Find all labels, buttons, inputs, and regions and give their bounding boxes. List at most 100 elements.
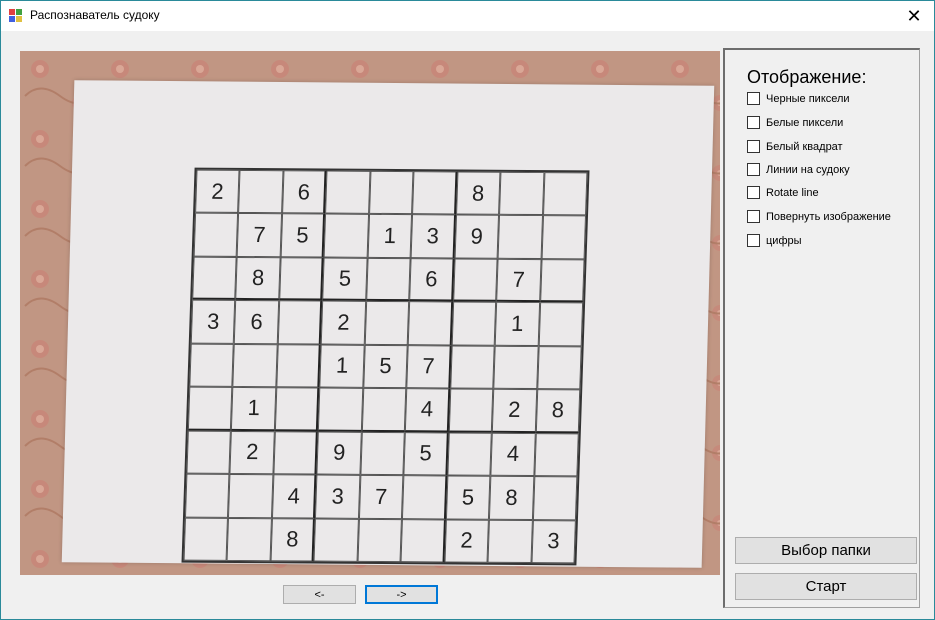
sudoku-cell [238,169,284,214]
checkbox-box[interactable] [747,210,760,223]
sudoku-cell [536,345,582,390]
sudoku-cell: 7 [358,474,404,519]
sudoku-cell [541,215,586,260]
sudoku-cell [277,300,323,345]
sudoku-cell: 8 [535,389,581,434]
app-window: Распознаватель судоку ✕ 2687513985673621… [0,0,935,620]
sudoku-cell: 6 [409,258,455,302]
sudoku-cell [364,301,410,345]
sudoku-cell [412,171,458,215]
sudoku-cell [184,473,230,518]
sudoku-cell [276,344,322,388]
sudoku-cell: 2 [444,518,490,563]
start-button[interactable]: Старт [735,573,917,600]
choose-folder-label: Выбор папки [781,542,871,559]
checkbox-white-square[interactable]: Белый квадрат [747,140,843,153]
sudoku-cell [539,258,585,303]
next-label: -> [396,588,407,601]
sudoku-cell: 4 [271,474,317,519]
sudoku-cell [447,432,492,476]
sudoku-cell: 5 [403,431,449,476]
sudoku-cell [318,387,364,432]
sudoku-cell [187,386,233,431]
sudoku-cell [402,475,448,519]
sudoku-cell [273,430,319,475]
sudoku-cell [400,518,446,563]
sudoku-cell: 7 [496,258,542,303]
sudoku-cell [226,517,272,562]
sudoku-photo: 26875139856736211571428295443758823 [20,51,720,575]
sudoku-cell [313,518,359,562]
sudoku-cell: 3 [531,519,576,564]
sudoku-cell [323,213,369,258]
sudoku-cell: 2 [195,169,240,214]
checkbox-white-pixels[interactable]: Белые пиксели [747,116,843,129]
prev-button[interactable]: <- [283,585,356,604]
sudoku-cell: 4 [405,388,450,433]
sudoku-cell [279,257,324,301]
checkbox-box[interactable] [747,92,760,105]
checkbox-black-pixels[interactable]: Черные пиксели [747,92,850,105]
checkbox-rotate-line[interactable]: Rotate line [747,186,819,199]
window-title: Распознаватель судоку [30,8,160,22]
sudoku-cell [228,474,274,518]
sudoku-cell [449,345,495,389]
sudoku-cell: 6 [281,170,327,214]
close-button[interactable]: ✕ [894,1,934,31]
sudoku-cell: 8 [270,517,316,562]
checkbox-sudoku-lines[interactable]: Линии на судоку [747,163,850,176]
prev-label: <- [314,588,325,601]
checkbox-box[interactable] [747,234,760,247]
sudoku-cell: 3 [190,299,236,344]
checkbox-rotate-image[interactable]: Повернуть изображение [747,210,891,223]
checkbox-label: Повернуть изображение [766,210,891,223]
sudoku-cell: 1 [494,302,540,346]
sudoku-cell [542,172,588,216]
sudoku-cell [368,170,414,215]
checkbox-label: цифры [766,234,802,247]
sudoku-cell: 4 [490,432,536,477]
sudoku-cell [232,343,278,388]
checkbox-digits[interactable]: цифры [747,234,802,247]
sudoku-cell: 8 [455,171,501,216]
sudoku-cell [357,518,403,563]
start-label: Старт [805,578,847,595]
sudoku-cell: 8 [235,256,281,301]
next-button[interactable]: -> [365,585,438,604]
sudoku-cell [361,388,407,432]
title-bar: Распознаватель судоку ✕ [1,1,934,31]
sudoku-cell: 3 [315,474,361,519]
sudoku-cell: 9 [454,214,500,259]
checkbox-label: Линии на судоку [766,163,850,176]
sudoku-cell: 7 [237,213,282,258]
sudoku-cell [193,213,239,257]
sudoku-cell [274,387,320,432]
checkbox-box[interactable] [747,116,760,129]
checkbox-box[interactable] [747,186,760,199]
checkbox-label: Rotate line [766,186,819,199]
sudoku-cell: 2 [321,300,366,345]
sudoku-cell: 7 [406,344,452,389]
sudoku-cell: 5 [322,257,368,302]
sudoku-cell: 2 [229,430,275,475]
checkbox-box[interactable] [747,163,760,176]
checkbox-box[interactable] [747,140,760,153]
sudoku-cell [493,345,539,390]
sudoku-cell: 5 [363,344,408,389]
sudoku-cell: 6 [234,300,280,345]
close-icon: ✕ [906,5,922,26]
sudoku-cell [499,171,544,216]
sudoku-cell [497,215,543,259]
sudoku-cell [183,517,229,561]
sudoku-cell [189,343,235,388]
sudoku-cell: 1 [367,214,413,259]
sudoku-cell [407,301,453,346]
sudoku-cell [192,256,238,301]
sudoku-cell [452,258,498,303]
sudoku-cell: 3 [410,214,456,259]
sudoku-cell: 5 [280,213,326,258]
choose-folder-button[interactable]: Выбор папки [735,537,917,564]
sudoku-cell: 1 [319,344,365,389]
sudoku-cell [448,388,494,433]
sudoku-cell [487,519,533,564]
